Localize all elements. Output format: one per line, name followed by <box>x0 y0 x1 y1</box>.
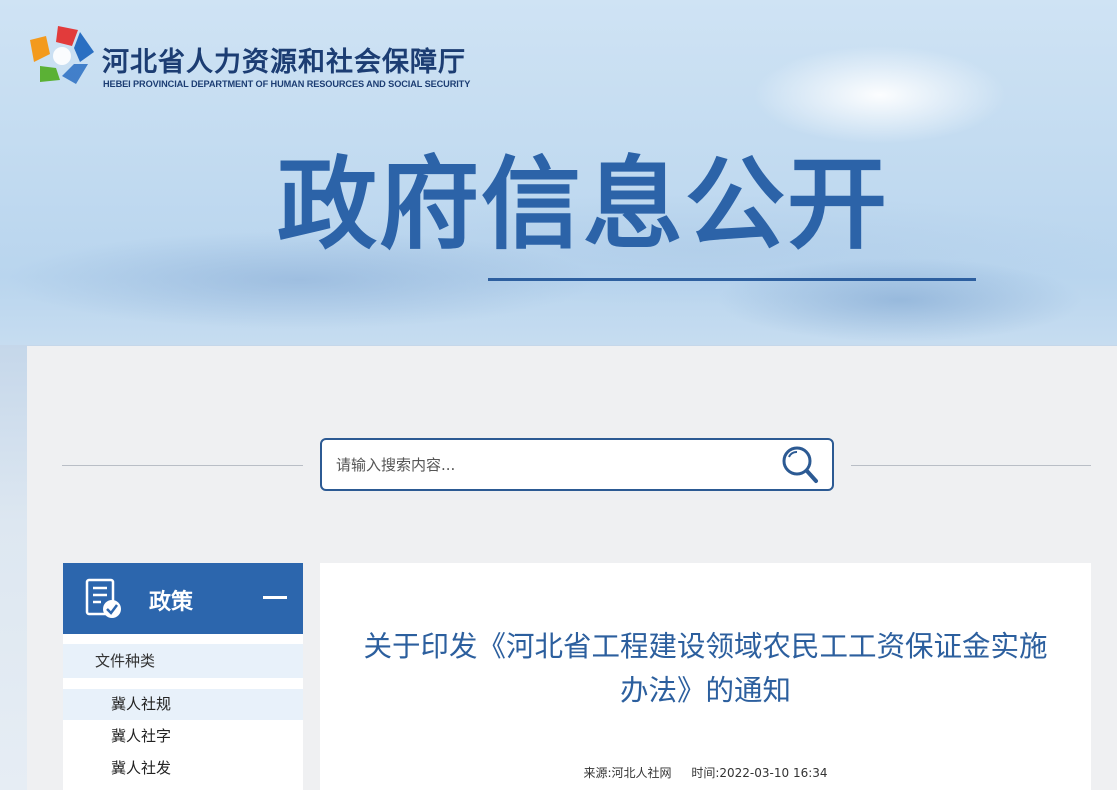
minus-icon[interactable] <box>263 596 287 599</box>
department-logo[interactable] <box>28 22 96 90</box>
article-content: 关于印发《河北省工程建设领域农民工工资保证金实施 办法》的通知 来源:河北人社网… <box>320 563 1091 790</box>
sidebar-item-jirenshefa[interactable]: 冀人社发 <box>63 753 303 784</box>
sidebar-body: 文件种类 冀人社规 冀人社字 冀人社发 <box>63 634 303 790</box>
document-check-icon <box>85 578 121 618</box>
sidebar-header[interactable]: 政策 <box>63 563 303 634</box>
article-source: 来源:河北人社网 <box>583 766 672 780</box>
hero-title: 政府信息公开 <box>277 146 889 263</box>
article-title-line2: 办法》的通知 <box>619 674 791 707</box>
sidebar-title: 政策 <box>149 590 194 615</box>
org-name-en: HEBEI PROVINCIAL DEPARTMENT OF HUMAN RES… <box>103 79 471 89</box>
sidebar-item-jirenshezi[interactable]: 冀人社字 <box>63 721 303 752</box>
sidebar-category[interactable]: 文件种类 <box>63 644 303 678</box>
search-input[interactable] <box>336 450 766 480</box>
search-icon[interactable] <box>777 443 823 487</box>
sidebar-item-jirenshegui[interactable]: 冀人社规 <box>63 689 303 720</box>
org-name-cn: 河北省人力资源和社会保障厅 <box>102 47 466 78</box>
article-title-line1: 关于印发《河北省工程建设领域农民工工资保证金实施 <box>363 630 1048 663</box>
search-divider-left <box>62 465 303 466</box>
search-box <box>320 438 834 491</box>
article-meta: 来源:河北人社网 时间:2022-03-10 16:34 <box>320 764 1091 781</box>
article-title: 关于印发《河北省工程建设领域农民工工资保证金实施 办法》的通知 <box>320 625 1091 713</box>
hero-underline <box>488 278 976 281</box>
search-divider-right <box>851 465 1091 466</box>
article-time: 时间:2022-03-10 16:34 <box>691 766 828 780</box>
